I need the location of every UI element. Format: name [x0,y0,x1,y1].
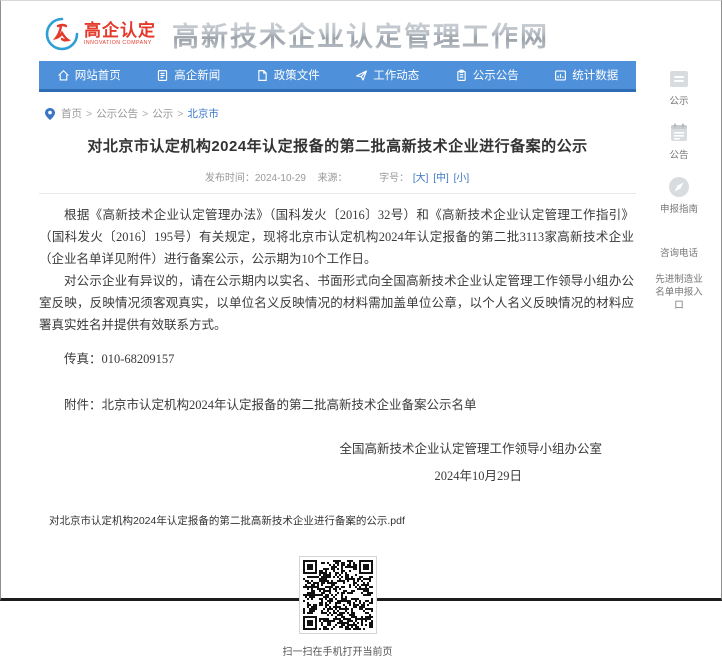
sidebar-item-label: 咨询电话 [655,247,703,260]
publish-time-label: 发布时间： [205,173,255,184]
nav-item-updates[interactable]: 工作动态 [338,61,438,89]
logo-text: 高企认定 INNOVATION COMPANY [84,22,156,47]
site-title: 高新技术企业认定管理工作网 [172,15,549,54]
logo-en-label: INNOVATION COMPANY [84,41,152,46]
breadcrumb-publicity[interactable]: 公示 [152,106,173,121]
breadcrumb-separator: > [86,108,92,120]
nav-item-label: 高企新闻 [174,67,220,83]
article: 对北京市认定机构2024年认定报备的第二批高新技术企业进行备案的公示 发布时间：… [39,135,636,658]
qr-code [299,556,377,634]
article-paragraph: 对公示企业有异议的，请在公示期内以实名、书面形式向全国高新技术企业认定管理工作领… [39,270,634,336]
nav-item-label: 统计数据 [572,67,618,83]
font-size-label: 字号： [379,173,409,184]
breadcrumb-home[interactable]: 首页 [61,106,82,121]
right-sidebar: 公示 公告 申报指南 咨询电话 先进制造业名单申报入口 [639,63,719,325]
sidebar-item-phone[interactable]: 咨询电话 [655,247,703,260]
clipboard-icon [667,67,691,91]
qr-caption: 扫一扫在手机打开当前页 [283,643,393,658]
article-paragraph: 根据《高新技术企业认定管理办法》（国科发火〔2016〕32号）和《高新技术企业认… [39,204,634,270]
breadcrumb-announcements[interactable]: 公示公告 [96,106,138,121]
pdf-attachment-link[interactable]: 对北京市认定机构2024年认定报备的第二批高新技术企业进行备案的公示.pdf [49,513,636,528]
clipboard-icon [455,69,468,82]
logo-cn-label: 高企认定 [84,22,156,39]
news-icon [156,69,169,82]
article-meta: 发布时间：2024-10-29 来源： 字号： [大] [中] [小] [39,169,636,194]
sidebar-item-label: 公示 [655,95,703,108]
qr-code-image [303,560,373,630]
notepad-icon [667,121,691,145]
nav-item-label: 公示公告 [473,67,519,83]
fax-line: 传真：010-68209157 [39,348,634,370]
font-size-large-button[interactable]: [大] [413,173,429,184]
main-nav: 网站首页 高企新闻 政策文件 工作动态 公示公告 [39,61,636,92]
page: 高企认定 INNOVATION COMPANY 高新技术企业认定管理工作网 网站… [0,0,722,601]
logo-mark-icon [45,17,79,51]
font-size-medium-button[interactable]: [中] [433,173,449,184]
attachment-line[interactable]: 附件：北京市认定机构2024年认定报备的第二批高新技术企业备案公示名单 [39,394,634,416]
content-column: 网站首页 高企新闻 政策文件 工作动态 公示公告 [39,61,636,658]
sidebar-item-label: 先进制造业名单申报入口 [655,273,703,312]
sidebar-item-guide[interactable]: 申报指南 [655,175,703,216]
chart-icon [554,69,567,82]
nav-item-home[interactable]: 网站首页 [39,61,139,89]
signature-office: 全国高新技术企业认定管理工作领导小组办公室 [39,438,634,460]
qr-section: 扫一扫在手机打开当前页 [39,556,636,658]
nav-item-label: 网站首页 [75,67,121,83]
location-pin-icon [45,108,55,120]
nav-item-policy[interactable]: 政策文件 [238,61,338,89]
send-icon [355,69,368,82]
sidebar-item-publicity[interactable]: 公示 [655,67,703,108]
breadcrumb-beijing[interactable]: 北京市 [187,106,219,121]
breadcrumb-separator: > [177,108,183,120]
article-body: 根据《高新技术企业认定管理办法》（国科发火〔2016〕32号）和《高新技术企业认… [39,204,636,487]
sidebar-item-manufacturing-entry[interactable]: 先进制造业名单申报入口 [655,273,703,312]
publish-time-value: 2024-10-29 [255,173,306,184]
source-label: 来源： [318,173,348,184]
sidebar-item-notice[interactable]: 公告 [655,121,703,162]
nav-item-statistics[interactable]: 统计数据 [537,61,637,89]
breadcrumb: 首页 > 公示公告 > 公示 > 北京市 [45,106,636,121]
nav-item-news[interactable]: 高企新闻 [139,61,239,89]
file-icon [256,69,269,82]
sidebar-item-label: 公告 [655,149,703,162]
article-title: 对北京市认定机构2024年认定报备的第二批高新技术企业进行备案的公示 [39,135,636,156]
signature-date: 2024年10月29日 [39,465,634,487]
home-icon [57,69,70,82]
nav-item-label: 工作动态 [373,67,419,83]
nav-item-label: 政策文件 [274,67,320,83]
nav-item-announcements[interactable]: 公示公告 [437,61,537,89]
main-row: 网站首页 高企新闻 政策文件 工作动态 公示公告 [1,61,721,658]
site-logo[interactable]: 高企认定 INNOVATION COMPANY [45,17,156,51]
header: 高企认定 INNOVATION COMPANY 高新技术企业认定管理工作网 [1,1,721,61]
compass-icon [667,175,691,199]
font-size-small-button[interactable]: [小] [454,173,470,184]
sidebar-item-label: 申报指南 [655,203,703,216]
breadcrumb-separator: > [142,108,148,120]
